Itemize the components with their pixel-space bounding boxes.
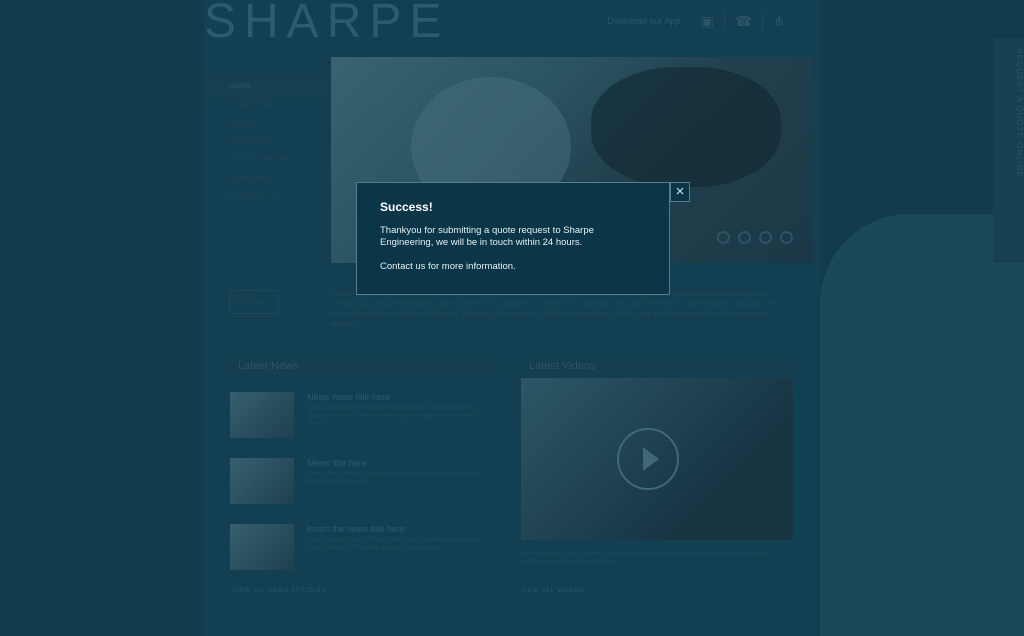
intro-text: Sharpe ipsum dolor sit amet consectetur … xyxy=(331,291,779,328)
android-icon[interactable]: ▣ xyxy=(701,13,714,30)
main-nav: HOME EXPERTISE QUALITY FACILITIES ABOUT … xyxy=(204,78,330,208)
phone-icon[interactable]: ☎ xyxy=(735,13,752,30)
top-bar: Download our App ▣ ☎ ⋔ xyxy=(607,12,785,30)
news-thumbnail[interactable] xyxy=(230,458,294,504)
view-all-videos-link[interactable]: VIEW ALL VIDEOS xyxy=(521,587,584,594)
request-quote-tab[interactable]: REQUEST A QUOTE ONLINE xyxy=(993,38,1024,263)
modal-contact-text[interactable]: Contact us for more information. xyxy=(380,261,646,273)
carousel-dot[interactable] xyxy=(717,231,730,244)
download-app-label[interactable]: Download our App xyxy=(607,16,681,26)
news-thumbnail[interactable] xyxy=(230,392,294,438)
success-modal: Success! Thankyou for submitting a quote… xyxy=(356,182,670,295)
news-title[interactable]: News title here xyxy=(307,458,367,468)
news-item[interactable]: Insert the news title here qui et laburi… xyxy=(230,524,500,574)
nav-item-contact[interactable]: CONTACT US xyxy=(204,189,330,208)
carousel-dot[interactable] xyxy=(780,231,793,244)
sharpe-logo[interactable]: SHARPE xyxy=(204,0,449,49)
hero-shape xyxy=(591,67,781,187)
nav-item-quality[interactable]: QUALITY xyxy=(204,115,330,134)
video-player[interactable] xyxy=(521,378,793,540)
news-title[interactable]: Insert the news title here xyxy=(307,524,405,534)
modal-message: Thankyou for submitting a quote request … xyxy=(380,225,594,248)
background-figure xyxy=(820,214,1024,636)
news-item[interactable]: News title here Donec mols blanis adipis… xyxy=(230,458,500,508)
carousel-dot[interactable] xyxy=(759,231,772,244)
carousel-dots xyxy=(717,231,793,244)
divider xyxy=(723,12,725,30)
nav-item-partners[interactable]: PARTNERS xyxy=(204,171,330,190)
news-thumbnail[interactable] xyxy=(230,524,294,570)
nav-item-facilities[interactable]: FACILITIES xyxy=(204,134,330,153)
news-excerpt: Donec mols blanis omnibus aliquam lectus… xyxy=(307,404,477,427)
play-icon[interactable] xyxy=(617,428,679,490)
share-icon[interactable]: ⋔ xyxy=(773,13,785,30)
news-excerpt: qui et laburiunt ulum. Donec mols blanis… xyxy=(307,536,481,551)
news-excerpt: Donec mols blanis adipiscing veltus maur… xyxy=(307,470,482,485)
carousel-dot[interactable] xyxy=(738,231,751,244)
view-all-news-link[interactable]: VIEW ALL NEWS ARTICLES xyxy=(232,587,327,594)
modal-title: Success! xyxy=(380,200,433,214)
news-title[interactable]: News news title here xyxy=(307,392,390,402)
latest-videos-title: Latest Videos xyxy=(521,357,793,375)
nav-item-about[interactable]: ABOUT SHARPE xyxy=(204,152,330,171)
divider xyxy=(762,12,764,30)
nav-item-home[interactable]: HOME xyxy=(204,78,330,97)
close-icon[interactable]: × xyxy=(670,182,690,202)
quote-badge: QUOTE ENGINEERING xyxy=(229,290,279,314)
news-item[interactable]: News news title here Donec mols blanis o… xyxy=(230,392,500,442)
latest-news-title: Latest News xyxy=(230,357,502,375)
video-description: qui et laburiunt ulum. Donec mols blanis… xyxy=(521,550,769,565)
nav-item-expertise[interactable]: EXPERTISE xyxy=(204,97,330,116)
